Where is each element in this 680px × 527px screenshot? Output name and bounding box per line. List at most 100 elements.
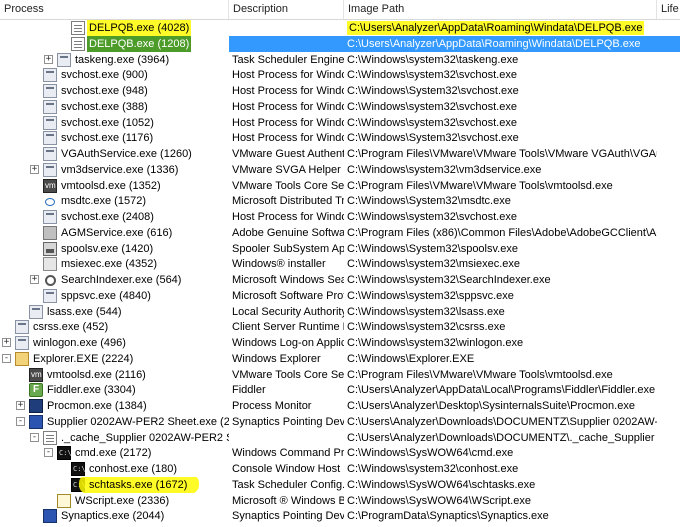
expand-toggle[interactable]: + bbox=[44, 54, 53, 64]
process-row[interactable]: + taskeng.exe (3964) Task Scheduler Engine… bbox=[0, 52, 680, 68]
process-row[interactable]: csrss.exe (452) Client Server Runtime P..… bbox=[0, 319, 680, 335]
process-lifetime bbox=[657, 99, 680, 115]
process-row[interactable]: AGMService.exe (616) Adobe Genuine Softwa… bbox=[0, 225, 680, 241]
process-row[interactable]: + Procmon.exe (1384) Process Monitor C:\Use… bbox=[0, 398, 680, 414]
process-row[interactable]: svchost.exe (900) Host Process for Windo.… bbox=[0, 67, 680, 83]
column-process[interactable]: Process bbox=[0, 0, 229, 19]
net-process-icon bbox=[43, 194, 57, 209]
process-image-path: C:\Windows\system32\winlogon.exe bbox=[344, 335, 657, 351]
process-name: svchost.exe (900) bbox=[61, 69, 148, 82]
process-cell: spoolsv.exe (1420) bbox=[0, 241, 229, 257]
image-path-text: C:\Windows\system32\msiexec.exe bbox=[347, 258, 520, 271]
expand-toggle[interactable]: + bbox=[30, 164, 39, 174]
expand-toggle[interactable]: + bbox=[30, 275, 39, 284]
process-row[interactable]: svchost.exe (388) Host Process for Windo.… bbox=[0, 99, 680, 115]
process-image-path: C:\Windows\system32\csrss.exe bbox=[344, 319, 657, 335]
cmd-process-icon bbox=[71, 462, 86, 476]
process-row[interactable]: schtasks.exe (1672) Task Scheduler Config… bbox=[0, 476, 680, 493]
collapse-toggle[interactable]: - bbox=[2, 353, 11, 363]
process-row[interactable]: Fiddler.exe (3304) Fiddler C:\Users\Analyz… bbox=[0, 382, 680, 398]
process-cell: conhost.exe (180) bbox=[0, 461, 229, 477]
image-path-text: C:\Windows\system32\conhost.exe bbox=[347, 463, 519, 475]
process-row[interactable]: vmtoolsd.exe (1352) VMware Tools Core Ser… bbox=[0, 178, 680, 194]
process-cell: WScript.exe (2336) bbox=[0, 493, 229, 509]
doc-process-icon bbox=[71, 21, 85, 35]
process-name: svchost.exe (1176) bbox=[61, 132, 154, 145]
process-row[interactable]: - ._cache_Supplier 0202AW-PER2 Sheet.exe C… bbox=[0, 430, 680, 446]
process-lifetime bbox=[657, 209, 680, 225]
process-row[interactable]: - Explorer.EXE (2224) Windows Explorer C:\W… bbox=[0, 351, 680, 367]
image-path-text: C:\Program Files\VMware\VMware Tools\vmt… bbox=[347, 368, 613, 381]
process-row[interactable]: sppsvc.exe (4840) Microsoft Software Prot… bbox=[0, 288, 680, 304]
process-row[interactable]: spoolsv.exe (1420) Spooler SubSystem App C… bbox=[0, 241, 680, 257]
process-cell: - ._cache_Supplier 0202AW-PER2 Sheet.exe bbox=[0, 430, 229, 446]
process-row[interactable]: msiexec.exe (4352) Windows® installer C:\W… bbox=[0, 256, 680, 272]
process-description: Host Process for Windo... bbox=[232, 132, 344, 145]
process-image-path: C:\Windows\SysWOW64\WScript.exe bbox=[344, 493, 657, 509]
process-name: cmd.exe (2172) bbox=[75, 447, 152, 460]
process-row[interactable]: DELPQB.exe (4028) C:\Users\Analyzer\AppDa… bbox=[0, 20, 680, 36]
process-row[interactable]: msdtc.exe (1572) Microsoft Distributed Tr… bbox=[0, 193, 680, 209]
image-path-text: C:\Windows\system32\SearchIndexer.exe bbox=[347, 274, 551, 286]
process-row[interactable]: + vm3dservice.exe (1336) VMware SVGA Helpe… bbox=[0, 162, 680, 178]
process-name: ._cache_Supplier 0202AW-PER2 Sheet.exe bbox=[61, 431, 229, 444]
process-image-path: C:\Program Files\VMware\VMware Tools\vmt… bbox=[344, 178, 657, 194]
process-row[interactable]: WScript.exe (2336) Microsoft ® Windows B.… bbox=[0, 493, 680, 509]
spool-process-icon bbox=[43, 241, 57, 256]
image-path-text: C:\Users\Analyzer\Desktop\SysinternalsSu… bbox=[347, 400, 635, 412]
process-row[interactable]: + winlogon.exe (496) Windows Log-on Applic… bbox=[0, 335, 680, 351]
expand-toggle[interactable]: + bbox=[2, 338, 11, 347]
process-cell: AGMService.exe (616) bbox=[0, 225, 229, 241]
process-row[interactable]: svchost.exe (1176) Host Process for Windo… bbox=[0, 130, 680, 146]
process-cell: svchost.exe (388) bbox=[0, 99, 229, 115]
process-cell: - Explorer.EXE (2224) bbox=[0, 351, 229, 367]
column-image-path[interactable]: Image Path bbox=[344, 0, 657, 19]
process-lifetime bbox=[657, 493, 680, 509]
process-name: winlogon.exe (496) bbox=[33, 337, 126, 349]
process-cell: sppsvc.exe (4840) bbox=[0, 288, 229, 304]
process-description: Task Scheduler Config... bbox=[232, 478, 344, 491]
vm-process-icon bbox=[29, 367, 43, 382]
image-path-text: C:\Windows\SysWOW64\WScript.exe bbox=[347, 494, 531, 507]
process-cell: svchost.exe (900) bbox=[0, 67, 229, 83]
process-row[interactable]: svchost.exe (2408) Host Process for Windo… bbox=[0, 209, 680, 225]
column-lifetime[interactable]: Life bbox=[657, 0, 680, 19]
process-description: Windows® installer bbox=[232, 258, 326, 271]
process-name: vmtoolsd.exe (2116) bbox=[47, 368, 146, 381]
process-row[interactable]: svchost.exe (1052) Host Process for Windo… bbox=[0, 115, 680, 131]
process-row[interactable]: VGAuthService.exe (1260) VMware Guest Aut… bbox=[0, 146, 680, 162]
process-row[interactable]: lsass.exe (544) Local Security Authority.… bbox=[0, 304, 680, 320]
process-name: WScript.exe (2336) bbox=[75, 494, 170, 507]
process-row[interactable]: vmtoolsd.exe (2116) VMware Tools Core Ser… bbox=[0, 367, 680, 383]
process-description: Microsoft Distributed Tr... bbox=[232, 195, 344, 208]
process-row[interactable]: Synaptics.exe (2044) Synaptics Pointing D… bbox=[0, 508, 680, 524]
process-row[interactable]: - cmd.exe (2172) Windows Command Pr...C:\W… bbox=[0, 445, 680, 461]
collapse-toggle[interactable]: - bbox=[30, 432, 39, 442]
process-name: vmtoolsd.exe (1352) bbox=[61, 179, 161, 192]
process-image-path: C:\ProgramData\Synaptics\Synaptics.exe bbox=[344, 508, 657, 524]
generic-process-icon bbox=[43, 147, 57, 161]
process-cell: + taskeng.exe (3964) bbox=[0, 52, 229, 68]
process-row[interactable]: + SearchIndexer.exe (564) Microsoft Window… bbox=[0, 272, 680, 288]
process-row[interactable]: DELPQB.exe (1208) C:\Users\Analyzer\AppDa… bbox=[0, 35, 680, 52]
expand-toggle[interactable]: + bbox=[16, 401, 25, 410]
process-row[interactable]: - Supplier 0202AW-PER2 Sheet.exe (2480)Sy… bbox=[0, 414, 680, 430]
image-path-text: C:\Windows\System32\spoolsv.exe bbox=[347, 242, 518, 255]
process-row[interactable]: conhost.exe (180) Console Window Host C:\W… bbox=[0, 461, 680, 477]
image-path-text: C:\Windows\System32\svchost.exe bbox=[347, 85, 519, 97]
process-row[interactable]: svchost.exe (948) Host Process for Windo.… bbox=[0, 83, 680, 99]
image-path-text: C:\Users\Analyzer\AppData\Roaming\Windat… bbox=[347, 37, 641, 50]
process-cell: schtasks.exe (1672) bbox=[0, 476, 229, 493]
process-cell: lsass.exe (544) bbox=[0, 304, 229, 320]
process-description: VMware Guest Authenti... bbox=[232, 148, 344, 160]
collapse-toggle[interactable]: - bbox=[44, 448, 53, 458]
process-description: Client Server Runtime P... bbox=[232, 321, 344, 334]
process-lifetime bbox=[657, 430, 680, 446]
column-description[interactable]: Description bbox=[229, 0, 344, 19]
doc-process-icon bbox=[43, 430, 57, 445]
image-path-text: C:\Windows\system32\lsass.exe bbox=[347, 305, 505, 318]
process-lifetime bbox=[657, 414, 680, 430]
image-path-text: C:\Windows\system32\svchost.exe bbox=[347, 116, 517, 129]
collapse-toggle[interactable]: - bbox=[16, 416, 25, 426]
image-path-text: C:\Program Files\VMware\VMware Tools\vmt… bbox=[347, 179, 613, 192]
